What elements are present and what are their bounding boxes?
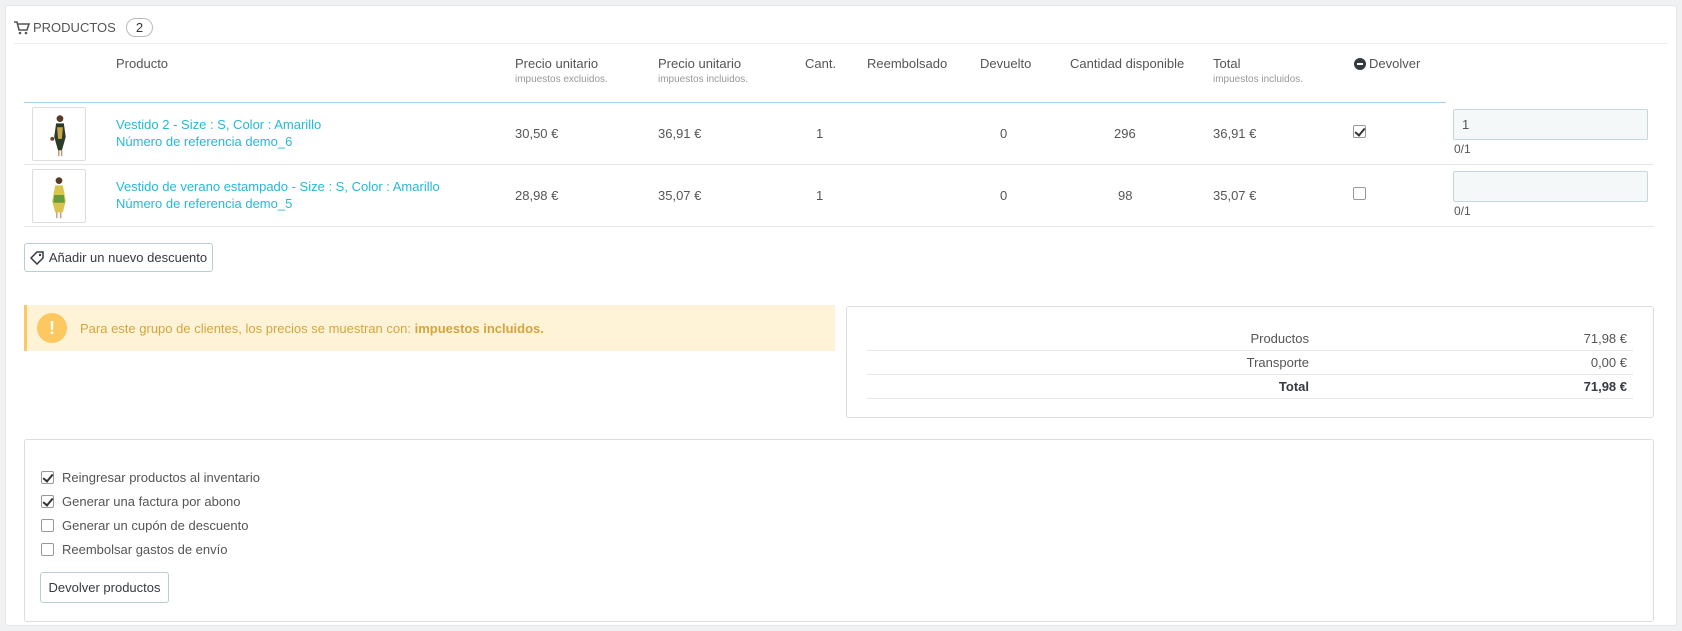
cell-total: 36,91 € — [1213, 126, 1257, 141]
cell-available: 98 — [1118, 188, 1133, 203]
header-total: Total impuestos incluidos. — [1213, 56, 1304, 85]
header-qty: Cant. — [805, 56, 837, 71]
cell-qty: 1 — [816, 188, 824, 203]
return-checkbox[interactable] — [1353, 187, 1366, 200]
return-checkbox[interactable] — [1353, 125, 1366, 138]
cell-price-incl: 35,07 € — [658, 188, 702, 203]
totals-row-shipping: Transporte 0,00 € — [867, 351, 1633, 375]
product-link[interactable]: Vestido de verano estampado - Size : S, … — [116, 178, 440, 212]
cell-qty: 1 — [816, 126, 824, 141]
header-return: Devolver — [1354, 56, 1420, 71]
product-thumbnail[interactable] — [32, 169, 86, 223]
exclamation-icon: ! — [37, 313, 67, 343]
header-available: Cantidad disponible — [1070, 56, 1185, 71]
cell-returned: 0 — [1000, 126, 1008, 141]
dress-image-icon — [52, 177, 66, 219]
totals-panel: Productos 71,98 € Transporte 0,00 € Tota… — [846, 306, 1654, 418]
return-qty-count: 0/1 — [1454, 142, 1471, 156]
add-discount-button[interactable]: Añadir un nuevo descuento — [24, 243, 213, 272]
header-refunded: Reembolsado — [867, 56, 948, 71]
option-checkbox[interactable] — [41, 495, 54, 508]
return-qty-count: 0/1 — [1454, 204, 1471, 218]
dress-image-icon — [50, 115, 66, 157]
option-checkbox[interactable] — [41, 543, 54, 556]
cell-total: 35,07 € — [1213, 188, 1257, 203]
return-qty-input[interactable] — [1453, 109, 1648, 140]
tag-icon — [29, 250, 44, 265]
row-divider — [24, 226, 1654, 227]
panel-heading: PRODUCTOS 2 — [14, 12, 1668, 44]
product-thumbnail[interactable] — [32, 107, 86, 161]
header-returned: Devuelto — [980, 56, 1032, 71]
cell-returned: 0 — [1000, 188, 1008, 203]
cell-price-excl: 28,98 € — [515, 188, 559, 203]
option-credit-slip[interactable]: Generar una factura por abono — [41, 494, 241, 509]
product-link[interactable]: Vestido 2 - Size : S, Color : Amarillo N… — [116, 116, 321, 150]
row-divider — [24, 164, 1654, 165]
option-voucher[interactable]: Generar un cupón de descuento — [41, 518, 248, 533]
totals-row-total: Total 71,98 € — [867, 375, 1633, 399]
cell-price-incl: 36,91 € — [658, 126, 702, 141]
panel-title: PRODUCTOS — [33, 20, 116, 35]
alert-text: Para este grupo de clientes, los precios… — [80, 320, 411, 336]
return-qty-input[interactable] — [1453, 171, 1648, 202]
table-header-divider — [24, 102, 1446, 103]
cell-price-excl: 30,50 € — [515, 126, 559, 141]
option-checkbox[interactable] — [41, 471, 54, 484]
option-refund-shipping[interactable]: Reembolsar gastos de envío — [41, 542, 227, 557]
option-checkbox[interactable] — [41, 519, 54, 532]
cart-icon — [14, 20, 30, 34]
product-count-badge: 2 — [125, 18, 154, 37]
header-product: Producto — [116, 56, 169, 71]
option-restock[interactable]: Reingresar productos al inventario — [41, 470, 260, 485]
header-unit-price-excl: Precio unitario impuestos excluidos. — [515, 56, 608, 85]
header-unit-price-incl: Precio unitario impuestos incluidos. — [658, 56, 749, 85]
alert-emphasis: impuestos incluidos. — [414, 320, 544, 336]
return-options-panel: Reingresar productos al inventario Gener… — [24, 439, 1654, 622]
cell-available: 296 — [1114, 126, 1136, 141]
return-products-button[interactable]: Devolver productos — [40, 572, 169, 603]
totals-row-products: Productos 71,98 € — [867, 327, 1633, 351]
minus-circle-icon — [1354, 57, 1366, 70]
tax-info-alert: ! Para este grupo de clientes, los preci… — [24, 305, 835, 351]
